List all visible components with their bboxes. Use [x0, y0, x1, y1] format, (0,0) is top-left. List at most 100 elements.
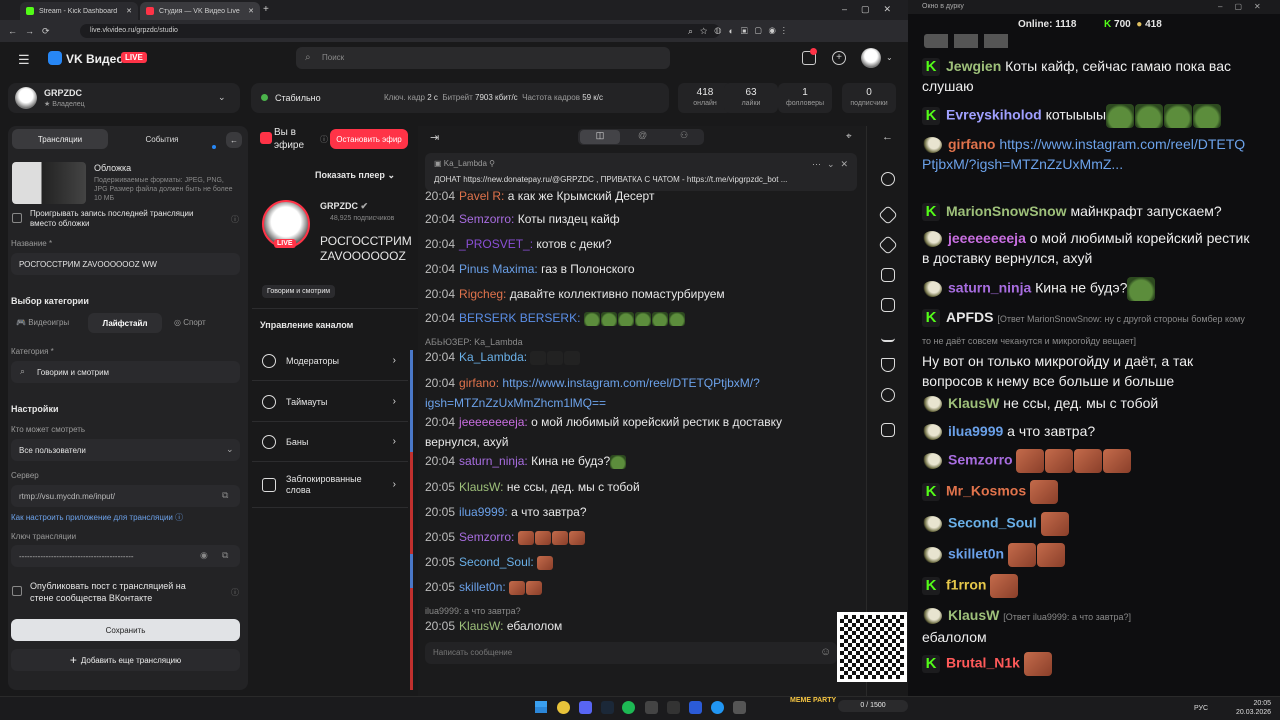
chevron-down-icon[interactable]: ⌄ — [886, 53, 893, 62]
kick-username[interactable]: MarionSnowSnow — [946, 203, 1067, 219]
message-username[interactable]: KlausW: — [459, 619, 503, 633]
server-input[interactable]: rtmp://vsu.mycdn.me/input/ — [11, 485, 240, 507]
show-player-button[interactable]: Показать плеер ⌄ — [315, 170, 395, 181]
pinned-controls[interactable]: ⋯⌄✕ — [812, 159, 854, 170]
kick-username[interactable]: saturn_ninja — [948, 280, 1031, 296]
add-icon[interactable]: + — [832, 51, 846, 65]
vk-logo-icon[interactable] — [48, 51, 62, 65]
spotify-icon[interactable] — [622, 701, 635, 714]
close-tab-icon[interactable]: ✕ — [248, 7, 254, 15]
kick-username[interactable]: jeeeeeeeeja — [948, 230, 1026, 246]
message-username[interactable]: _PROSVET_: — [459, 237, 533, 251]
nav-buttons[interactable]: ←→⟳ — [8, 26, 58, 37]
discord-icon[interactable] — [579, 701, 592, 714]
chevron-down-icon[interactable]: ⌄ — [218, 92, 226, 103]
kick-username[interactable]: ilua9999 — [948, 423, 1003, 439]
block-icon[interactable] — [881, 388, 895, 402]
app-icon[interactable] — [733, 701, 746, 714]
message-username[interactable]: saturn_ninja: — [459, 454, 528, 468]
info-icon[interactable]: ⓘ — [231, 214, 239, 225]
browser-extension-icons[interactable]: ⌕☆◍◐▣▢◉⋮ — [688, 26, 792, 37]
language-indicator[interactable]: РУС — [1194, 705, 1208, 712]
back-icon[interactable]: ← — [882, 131, 893, 143]
kick-username[interactable]: Semzorro — [948, 452, 1013, 468]
app-icon[interactable] — [711, 701, 724, 714]
chat-input[interactable]: Написать сообщение — [425, 642, 837, 664]
kick-username[interactable]: KlausW — [948, 607, 999, 623]
setup-help-link[interactable]: Как настроить приложение для трансляции … — [11, 512, 183, 523]
steam-icon[interactable] — [601, 701, 614, 714]
stats-icon[interactable] — [881, 328, 895, 342]
replay-checkbox[interactable] — [12, 213, 22, 223]
close-tab-icon[interactable]: ✕ — [126, 7, 132, 15]
new-tab-button[interactable]: + — [263, 4, 269, 15]
user-avatar[interactable] — [861, 48, 881, 68]
emoji-icon[interactable]: ☺ — [820, 646, 831, 658]
publish-post-checkbox[interactable] — [12, 586, 22, 596]
kick-username[interactable]: Second_Soul — [948, 515, 1037, 531]
tab-streams[interactable]: Трансляции — [12, 129, 108, 149]
menu-blocked-words[interactable]: Заблокированные слова › — [252, 462, 408, 508]
who-can-watch-select[interactable]: Все пользователи — [11, 439, 240, 461]
app-icon[interactable] — [667, 701, 680, 714]
kick-username[interactable]: Mr_Kosmos — [946, 483, 1026, 499]
info-icon[interactable]: ⓘ — [320, 134, 328, 145]
message-username[interactable]: Rigcheg: — [459, 287, 506, 301]
kick-username[interactable]: Evreyskiholod — [946, 107, 1042, 123]
settings-gear-icon[interactable] — [881, 172, 895, 186]
info-icon[interactable]: ⓘ — [231, 587, 239, 598]
message-username[interactable]: ilua9999: — [459, 505, 508, 519]
message-username[interactable]: BERSERK BERSERK: — [459, 311, 580, 325]
chat-tab-icon[interactable]: ◫ — [580, 130, 620, 144]
chrome-icon[interactable] — [557, 701, 570, 714]
pin-icon[interactable]: ⌖ — [846, 131, 852, 142]
start-icon[interactable] — [535, 701, 547, 713]
menu-bans[interactable]: Баны › — [252, 422, 408, 462]
account-switcher[interactable] — [8, 83, 240, 113]
show-key-icon[interactable]: ◉ — [200, 550, 208, 561]
category-games[interactable]: 🎮 Видеоигры — [16, 318, 69, 327]
kick-username[interactable]: APFDS — [946, 309, 993, 325]
list-icon[interactable] — [881, 298, 895, 312]
add-stream-button[interactable]: + Добавить еще трансляцию — [11, 649, 240, 671]
trophy-icon[interactable] — [881, 358, 895, 372]
message-username[interactable]: girfano: — [459, 376, 499, 390]
message-username[interactable]: Semzorro: — [459, 212, 514, 226]
message-username[interactable]: Pavel R: — [459, 189, 504, 203]
kick-username[interactable]: KlausW — [948, 395, 999, 411]
menu-timeouts[interactable]: Таймауты › — [252, 382, 408, 422]
app-icon[interactable] — [645, 701, 658, 714]
chat-popout-icon[interactable]: ⇥ — [430, 131, 439, 144]
message-username[interactable]: Second_Soul: — [459, 555, 534, 569]
window-controls[interactable]: –▢✕ — [842, 4, 905, 15]
mentions-tab-icon[interactable]: @ — [638, 130, 647, 140]
menu-moderators[interactable]: Модераторы › — [252, 341, 408, 381]
window-controls[interactable]: –▢✕ — [1218, 2, 1273, 11]
media-icon[interactable] — [881, 423, 895, 437]
kick-username[interactable]: skillet0n — [948, 546, 1004, 562]
url-input[interactable]: live.vkvideo.ru/grpzdc/studio — [80, 24, 720, 38]
browser-tab-vk[interactable]: Студия — VK Видео Live ✕ — [140, 2, 260, 20]
collapse-panel-button[interactable]: ← — [226, 132, 242, 148]
copy-icon[interactable]: ⧉ — [222, 550, 228, 561]
message-username[interactable]: Semzorro: — [459, 530, 514, 544]
message-username[interactable]: Pinus Maxima: — [459, 262, 538, 276]
category-sport[interactable]: ◎ Спорт — [174, 318, 206, 327]
message-username[interactable]: skillet0n: — [459, 580, 506, 594]
kick-username[interactable]: f1rron — [946, 577, 986, 593]
browser-tab-kick[interactable]: Stream - Kick Dashboard ✕ — [20, 2, 138, 20]
message-username[interactable]: jeeeeeeeeja: — [459, 415, 528, 429]
stream-name-input[interactable]: РОСГОССТРИМ ZAVOOOOOOZ WW — [11, 253, 240, 275]
kick-username[interactable]: Jewgien — [946, 58, 1001, 74]
dice-icon[interactable] — [881, 268, 895, 282]
message-username[interactable]: KlausW: — [459, 480, 503, 494]
chevron-down-icon[interactable]: ⌄ — [226, 444, 234, 455]
vk-logo-text[interactable]: VK Видео — [66, 52, 124, 66]
users-tab-icon[interactable]: ⚇ — [680, 130, 688, 141]
tab-events[interactable]: События — [114, 129, 210, 149]
copy-icon[interactable]: ⧉ — [222, 490, 228, 501]
kick-username[interactable]: girfano — [948, 136, 995, 152]
category-lifestyle[interactable]: Лайфстайл — [88, 313, 162, 333]
cover-image[interactable] — [12, 162, 86, 204]
save-button[interactable]: Сохранить — [11, 619, 240, 641]
